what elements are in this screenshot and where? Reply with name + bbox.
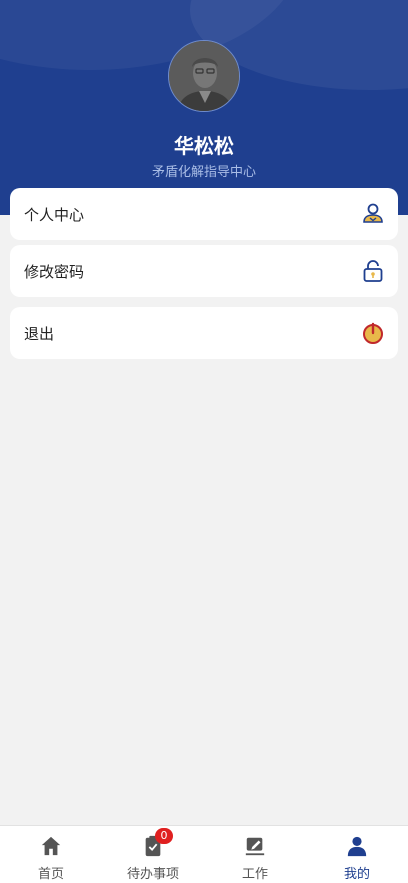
unlock-icon (360, 258, 386, 284)
tab-label: 工作 (241, 867, 268, 882)
menu-item-label: 退出 (24, 324, 55, 343)
tab-mine[interactable]: 我的 (306, 826, 408, 883)
menu-item-label: 个人中心 (24, 205, 85, 224)
todo-badge: 0 (155, 828, 174, 844)
tab-todo[interactable]: 0 待办事项 (102, 826, 204, 883)
avatar-image (169, 41, 239, 111)
menu-item-change-password[interactable]: 修改密码 (10, 245, 398, 297)
menu-item-logout[interactable]: 退出 (10, 307, 398, 359)
user-name: 华松松 (174, 134, 234, 158)
tab-home[interactable]: 首页 (0, 826, 102, 883)
menu-item-label: 修改密码 (24, 262, 85, 281)
user-organization: 矛盾化解指导中心 (151, 165, 256, 180)
tab-work[interactable]: 工作 (204, 826, 306, 883)
edit-pad-icon (243, 834, 267, 858)
power-icon (360, 320, 386, 346)
user-card-icon (360, 201, 386, 227)
profile-header: 华松松 矛盾化解指导中心 (0, 0, 408, 215)
tab-label: 待办事项 (126, 867, 179, 882)
menu-item-personal-center[interactable]: 个人中心 (10, 188, 398, 240)
person-icon (345, 834, 369, 858)
profile-page: 华松松 矛盾化解指导中心 个人中心 修改密码 退出 首页 0 待办事项 工作 我… (0, 0, 408, 883)
avatar[interactable] (168, 40, 240, 112)
bottom-tab-bar: 首页 0 待办事项 工作 我的 (0, 825, 408, 883)
home-icon (39, 834, 63, 858)
tab-label: 我的 (343, 867, 370, 882)
tab-label: 首页 (37, 867, 64, 882)
